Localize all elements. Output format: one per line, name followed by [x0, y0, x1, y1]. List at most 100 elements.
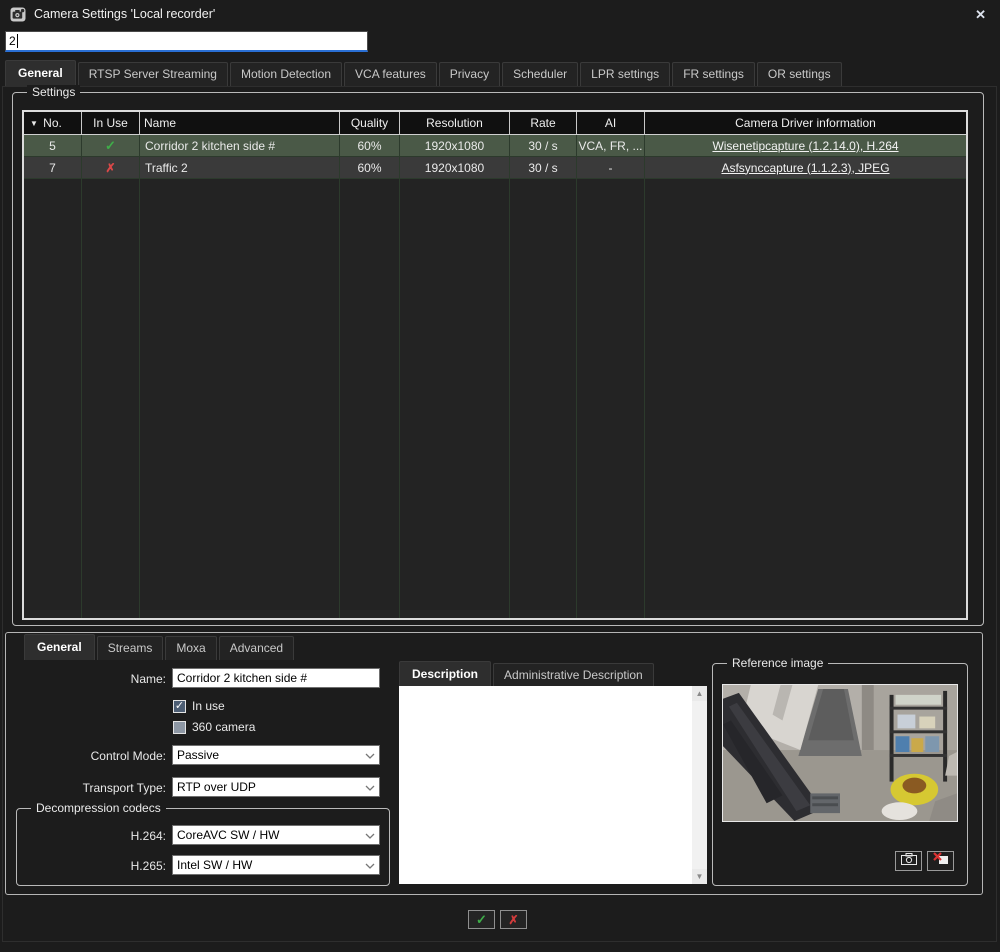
empty-cell	[577, 179, 645, 618]
camera-360-checkbox-row: 360 camera	[173, 720, 255, 734]
tab-rtsp-server-streaming[interactable]: RTSP Server Streaming	[78, 62, 228, 86]
transport-type-label: Transport Type:	[20, 781, 166, 795]
column-header-no[interactable]: ▼No.	[24, 112, 82, 134]
cell-name: Corridor 2 kitchen side #	[140, 135, 340, 156]
tab-scheduler[interactable]: Scheduler	[502, 62, 578, 86]
empty-cell	[340, 179, 400, 618]
table-row[interactable]: 7 ✗ Traffic 260%1920x108030 / s- Asfsynccap…	[24, 157, 966, 179]
camera-360-label: 360 camera	[192, 720, 255, 734]
table-row[interactable]: 5 ✓ Corridor 2 kitchen side #60%1920x10803…	[24, 135, 966, 157]
h264-label: H.264:	[60, 829, 166, 843]
cell-no: 5	[24, 135, 82, 156]
cancel-cross-icon: ✗	[508, 913, 518, 927]
decompression-codecs-label: Decompression codecs	[31, 801, 166, 815]
cell-no: 7	[24, 157, 82, 178]
empty-cell	[400, 179, 510, 618]
text-cursor	[17, 34, 18, 48]
empty-cell	[510, 179, 577, 618]
scroll-up-icon[interactable]: ▲	[692, 686, 707, 701]
cell-rate: 30 / s	[510, 135, 577, 156]
transport-type-value: RTP over UDP	[177, 780, 256, 794]
window-title: Camera Settings 'Local recorder'	[34, 7, 215, 21]
take-snapshot-button[interactable]	[895, 851, 922, 871]
scroll-down-icon[interactable]: ▼	[692, 869, 707, 884]
column-header-camera-driver-information[interactable]: Camera Driver information	[645, 112, 966, 134]
cell-ai: VCA, FR, ...	[577, 135, 645, 156]
tab-motion-detection[interactable]: Motion Detection	[230, 62, 342, 86]
detail-tab-advanced[interactable]: Advanced	[219, 636, 294, 660]
camera-filter-input[interactable]: 2	[5, 31, 368, 52]
column-header-ai[interactable]: AI	[577, 112, 645, 134]
h264-codec-select[interactable]: CoreAVC SW / HW	[172, 825, 380, 845]
reference-image-label: Reference image	[727, 656, 828, 670]
desc-tab-administrative-description[interactable]: Administrative Description	[493, 663, 654, 687]
remove-reference-image-button[interactable]	[927, 851, 954, 871]
detail-tab-moxa[interactable]: Moxa	[165, 636, 216, 660]
in-use-checkbox[interactable]: ✓	[173, 700, 186, 713]
chevron-down-icon	[365, 748, 375, 762]
ok-button[interactable]: ✓	[468, 910, 495, 929]
column-header-rate[interactable]: Rate	[510, 112, 577, 134]
column-header-in-use[interactable]: In Use	[82, 112, 140, 134]
column-header-quality[interactable]: Quality	[340, 112, 400, 134]
tab-privacy[interactable]: Privacy	[439, 62, 500, 86]
close-icon[interactable]: ✕	[971, 6, 990, 23]
chevron-down-icon	[365, 828, 375, 842]
description-textarea[interactable]: ▲ ▼	[399, 686, 707, 884]
chevron-down-icon	[365, 780, 375, 794]
tab-general[interactable]: General	[5, 60, 76, 86]
empty-cell	[645, 179, 966, 618]
cell-rate: 30 / s	[510, 157, 577, 178]
cell-quality: 60%	[340, 135, 400, 156]
h265-label: H.265:	[60, 859, 166, 873]
cell-in-use: ✓	[82, 135, 140, 156]
camera-360-checkbox[interactable]	[173, 721, 186, 734]
main-tab-strip: GeneralRTSP Server StreamingMotion Detec…	[5, 61, 997, 87]
cancel-button[interactable]: ✗	[500, 910, 527, 929]
detail-tab-general[interactable]: General	[24, 634, 95, 660]
camera-table: ▼No.In UseNameQualityResolutionRateAICam…	[22, 110, 968, 620]
desc-tab-description[interactable]: Description	[399, 661, 491, 687]
h265-codec-value: Intel SW / HW	[177, 858, 252, 872]
cell-resolution: 1920x1080	[400, 157, 510, 178]
empty-cell	[24, 179, 82, 618]
camera-name-input[interactable]	[172, 668, 380, 688]
ok-check-icon: ✓	[476, 912, 487, 928]
reference-image	[722, 684, 958, 822]
tab-lpr-settings[interactable]: LPR settings	[580, 62, 670, 86]
title-bar: Camera Settings 'Local recorder' ✕	[0, 0, 1000, 28]
control-mode-select[interactable]: Passive	[172, 745, 380, 765]
description-scrollbar[interactable]: ▲ ▼	[692, 686, 707, 884]
detail-tab-strip: GeneralStreamsMoxaAdvanced	[24, 636, 296, 660]
h264-codec-value: CoreAVC SW / HW	[177, 828, 279, 842]
filter-text: 2	[9, 34, 16, 48]
in-use-check-icon: ✓	[105, 138, 116, 154]
cell-in-use: ✗	[82, 157, 140, 178]
column-header-resolution[interactable]: Resolution	[400, 112, 510, 134]
cell-name: Traffic 2	[140, 157, 340, 178]
description-tab-strip: DescriptionAdministrative Description	[399, 664, 656, 687]
tab-fr-settings[interactable]: FR settings	[672, 62, 755, 86]
cell-resolution: 1920x1080	[400, 135, 510, 156]
cell-quality: 60%	[340, 157, 400, 178]
driver-info-link[interactable]: Wisenetipcapture (1.2.14.0), H.264	[712, 139, 898, 153]
detail-tab-streams[interactable]: Streams	[97, 636, 164, 660]
driver-info-link[interactable]: Asfsynccapture (1.1.2.3), JPEG	[721, 161, 889, 175]
h265-codec-select[interactable]: Intel SW / HW	[172, 855, 380, 875]
not-in-use-cross-icon: ✗	[105, 161, 115, 175]
tab-or-settings[interactable]: OR settings	[757, 62, 842, 86]
control-mode-label: Control Mode:	[20, 749, 166, 763]
empty-cell	[82, 179, 140, 618]
in-use-label: In use	[192, 699, 225, 713]
column-header-name[interactable]: Name	[140, 112, 340, 134]
chevron-down-icon	[365, 858, 375, 872]
name-label: Name:	[40, 672, 166, 686]
camera-icon	[901, 852, 917, 870]
camera-settings-icon	[10, 7, 26, 22]
table-empty-area	[24, 179, 966, 618]
cell-ai: -	[577, 157, 645, 178]
transport-type-select[interactable]: RTP over UDP	[172, 777, 380, 797]
empty-cell	[140, 179, 340, 618]
tab-vca-features[interactable]: VCA features	[344, 62, 437, 86]
camera-table-body: 5 ✓ Corridor 2 kitchen side #60%1920x10803…	[24, 135, 966, 618]
